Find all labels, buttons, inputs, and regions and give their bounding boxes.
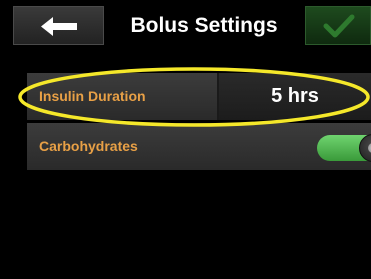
carbohydrates-toggle[interactable] (317, 134, 371, 162)
arrow-left-icon (41, 17, 77, 36)
page-title: Bolus Settings (130, 14, 278, 37)
insulin-duration-label: Insulin Duration (39, 88, 146, 104)
header: Bolus Settings (0, 0, 371, 54)
confirm-button[interactable] (305, 6, 371, 45)
screen: Bolus Settings Insulin Duration 5 hrs Ca… (0, 0, 371, 279)
insulin-duration-value: 5 hrs (271, 85, 319, 107)
insulin-duration-row[interactable]: Insulin Duration 5 hrs (27, 73, 371, 120)
back-button[interactable] (13, 6, 104, 45)
carbohydrates-row: Carbohydrates (27, 123, 371, 170)
checkmark-icon (323, 14, 355, 38)
carbohydrates-label: Carbohydrates (39, 138, 138, 154)
insulin-duration-value-cell[interactable]: 5 hrs (219, 73, 371, 120)
